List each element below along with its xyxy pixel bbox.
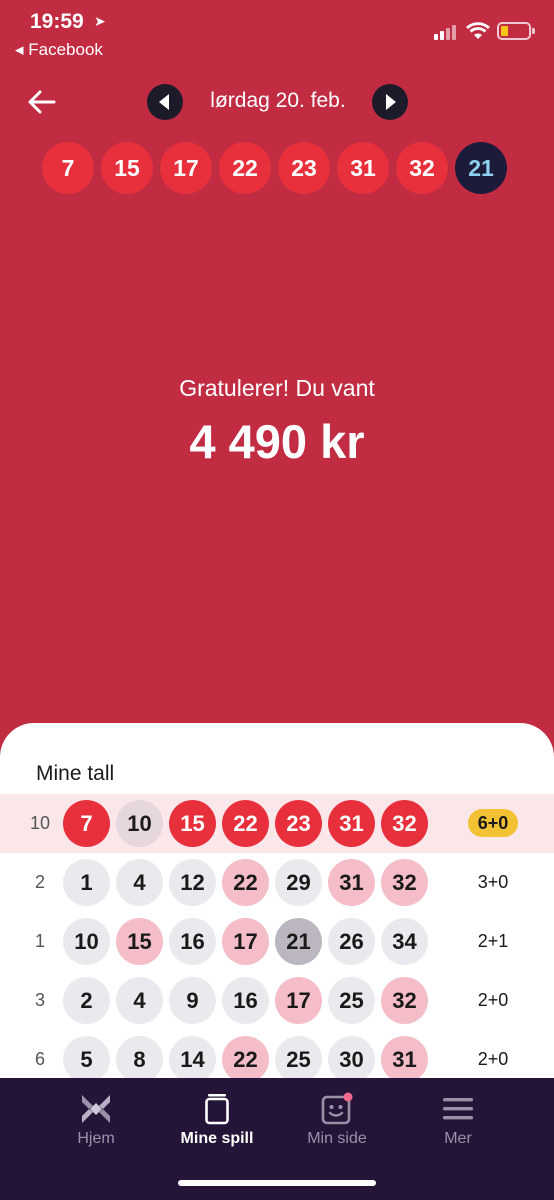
card-title: Mine tall: [36, 762, 115, 785]
tab-label: Mer: [444, 1130, 472, 1147]
back-arrow-icon[interactable]: [24, 84, 60, 120]
status-bar: 19:59 ➤ ◂ Facebook: [0, 0, 554, 66]
tab-label: Hjem: [77, 1130, 115, 1147]
number-ball: 22: [222, 800, 269, 847]
match-result: 2+0: [477, 1049, 509, 1069]
number-ball: 34: [381, 918, 428, 965]
match-result-badge: 6+0: [462, 794, 524, 853]
number-ball: 4: [116, 977, 163, 1024]
location-arrow-icon: ➤: [94, 13, 106, 29]
number-ball: 29: [275, 859, 322, 906]
row-index: 6: [34, 1049, 45, 1069]
cellular-signal-icon: [434, 24, 458, 40]
number-ball: 25: [328, 977, 375, 1024]
tab-mer[interactable]: Mer: [398, 1092, 518, 1148]
row-numbers: 1 4 12 22 29 31 32: [63, 859, 428, 906]
my-numbers-card: Mine tall 10 7 10 15 22 23 31 32 6+0 2 1…: [0, 723, 554, 1083]
previous-draw-button[interactable]: [147, 84, 183, 120]
row-numbers: 2 4 9 16 17 25 32: [63, 977, 428, 1024]
ticket-row[interactable]: 1 10 15 16 17 21 26 34 2+1: [0, 912, 554, 971]
number-ball: 22: [222, 1036, 269, 1083]
chevron-left-icon: [159, 94, 169, 110]
row-index: 3: [34, 990, 45, 1010]
number-ball: 22: [222, 859, 269, 906]
number-ball: 14: [169, 1036, 216, 1083]
winning-number-ball: 15: [101, 142, 153, 194]
number-ball: 32: [381, 800, 428, 847]
wifi-icon: [466, 22, 490, 39]
row-numbers: 7 10 15 22 23 31 32: [63, 800, 428, 847]
number-ball: 1: [63, 859, 110, 906]
number-ball: 10: [116, 800, 163, 847]
back-to-facebook-link[interactable]: ◂ Facebook: [15, 40, 103, 60]
tickets-icon: [205, 1094, 229, 1125]
number-ball: 16: [222, 977, 269, 1024]
number-ball: 31: [328, 859, 375, 906]
winning-number-ball: 22: [219, 142, 271, 194]
profile-face-icon: [321, 1092, 353, 1125]
match-result: 2+1: [477, 931, 509, 951]
ticket-row[interactable]: 2 1 4 12 22 29 31 32 3+0: [0, 853, 554, 912]
winning-number-ball: 23: [278, 142, 330, 194]
number-ball: 16: [169, 918, 216, 965]
number-ball: 4: [116, 859, 163, 906]
winning-number-ball: 31: [337, 142, 389, 194]
chevron-right-icon: [386, 94, 396, 110]
tab-min-side[interactable]: Min side: [277, 1092, 397, 1148]
norsk-tipping-logo-icon: [82, 1095, 110, 1123]
number-ball: 17: [275, 977, 322, 1024]
winning-number-ball: 17: [160, 142, 212, 194]
ticket-row[interactable]: 10 7 10 15 22 23 31 32 6+0: [0, 794, 554, 853]
tab-label: Mine spill: [180, 1130, 254, 1147]
number-ball: 9: [169, 977, 216, 1024]
tab-hjem[interactable]: Hjem: [36, 1092, 156, 1148]
number-ball: 5: [63, 1036, 110, 1083]
number-ball: 32: [381, 859, 428, 906]
number-ball: 8: [116, 1036, 163, 1083]
home-indicator[interactable]: [178, 1180, 376, 1186]
number-ball: 32: [381, 977, 428, 1024]
prize-amount: 4 490 kr: [189, 415, 365, 468]
match-result: 3+0: [477, 872, 509, 892]
number-ball: 31: [328, 800, 375, 847]
clock: 19:59: [30, 10, 84, 33]
menu-icon: [443, 1098, 473, 1120]
row-index: 2: [34, 872, 45, 892]
winning-number-ball: 7: [42, 142, 94, 194]
number-ball: 25: [275, 1036, 322, 1083]
row-numbers: 10 15 16 17 21 26 34: [63, 918, 428, 965]
number-ball: 15: [116, 918, 163, 965]
number-ball: 10: [63, 918, 110, 965]
number-ball: 2: [63, 977, 110, 1024]
row-index: 1: [34, 931, 45, 951]
number-ball: 21: [275, 918, 322, 965]
number-ball: 30: [328, 1036, 375, 1083]
congratulations-message: Gratulerer! Du vant: [179, 375, 375, 401]
draw-date: lørdag 20. feb.: [210, 89, 346, 112]
row-index: 10: [29, 813, 51, 833]
winning-numbers: 7 15 17 22 23 31 32 21: [42, 142, 507, 194]
number-ball: 12: [169, 859, 216, 906]
winning-number-ball: 32: [396, 142, 448, 194]
battery-icon: [497, 22, 535, 40]
number-ball: 15: [169, 800, 216, 847]
next-draw-button[interactable]: [372, 84, 408, 120]
tab-label: Min side: [307, 1130, 367, 1147]
ticket-row[interactable]: 6 5 8 14 22 25 30 31 2+0: [0, 1030, 554, 1083]
match-result: 2+0: [477, 990, 509, 1010]
number-ball: 23: [275, 800, 322, 847]
ticket-row[interactable]: 3 2 4 9 16 17 25 32 2+0: [0, 971, 554, 1030]
tab-mine-spill[interactable]: Mine spill: [157, 1092, 277, 1148]
number-ball: 17: [222, 918, 269, 965]
number-ball: 7: [63, 800, 110, 847]
number-ball: 31: [381, 1036, 428, 1083]
row-numbers: 5 8 14 22 25 30 31: [63, 1036, 428, 1083]
number-ball: 26: [328, 918, 375, 965]
extra-number-ball: 21: [455, 142, 507, 194]
